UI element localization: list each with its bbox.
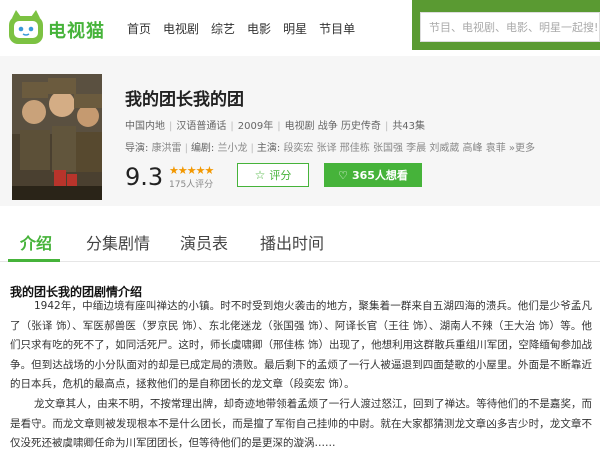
synopsis-paragraph: 龙文章其人，由来不明，不按常理出牌，却奇迹地带领着孟烦了一行人渡过怒江，回到了禅…	[10, 398, 592, 449]
poster-image	[12, 74, 102, 200]
rate-button-label: 评分	[269, 169, 292, 182]
want-to-watch-button[interactable]: ♡ 365人想看	[324, 163, 422, 187]
tab-intro[interactable]: 介绍	[20, 230, 52, 254]
genres[interactable]: 电视剧 战争 历史传奇	[285, 121, 381, 132]
director-label: 导演:	[125, 143, 149, 154]
tab-cast[interactable]: 演员表	[180, 230, 228, 254]
tab-episodes[interactable]: 分集剧情	[86, 230, 150, 254]
nav-home[interactable]: 首页	[127, 20, 151, 37]
nav-variety[interactable]: 综艺	[211, 20, 235, 37]
heart-icon: ♡	[338, 168, 348, 182]
search-input[interactable]	[421, 13, 599, 41]
want-to-watch-label: 365人想看	[351, 169, 408, 182]
detail-tabs: 介绍 分集剧情 演员表 播出时间	[0, 224, 600, 262]
show-credits: 导演: 康洪雷 | 编剧: 兰小龙 | 主演: 段奕宏 张译 邢佳栋 张国强 李晨 刘威…	[125, 143, 536, 154]
logo-text: 电视猫	[48, 21, 105, 42]
site-logo[interactable]: 电视猫	[6, 8, 106, 48]
search-bar	[412, 0, 600, 50]
nav-tv-series[interactable]: 电视剧	[163, 20, 199, 37]
active-tab-indicator	[8, 259, 60, 262]
region[interactable]: 中国内地	[125, 121, 165, 132]
score-value: 9.3	[125, 163, 164, 191]
year[interactable]: 2009年	[238, 121, 273, 132]
nav-movies[interactable]: 电影	[247, 20, 271, 37]
language[interactable]: 汉语普通话	[176, 121, 226, 132]
tab-air-time[interactable]: 播出时间	[260, 230, 324, 254]
site-header: 电视猫 首页 电视剧 综艺 电影 明星 节目单	[0, 0, 600, 56]
cast-label: 主演:	[256, 143, 281, 154]
star-rating: ★★★★★	[169, 164, 214, 177]
star-icons: ★★★★★	[169, 164, 214, 177]
tv-cat-logo-icon	[9, 10, 43, 44]
main-nav: 首页 电视剧 综艺 电影 明星 节目单	[127, 20, 367, 37]
show-poster[interactable]	[12, 74, 102, 200]
rate-button[interactable]: ☆ 评分	[237, 163, 309, 187]
cast-names[interactable]: 段奕宏 张译 邢佳栋 张国强 李晨 刘威葳 高峰 袁菲	[283, 143, 505, 154]
nav-schedule[interactable]: 节目单	[319, 20, 355, 37]
show-title: 我的团长我的团	[125, 90, 244, 110]
writer-label: 编剧:	[190, 143, 215, 154]
director-name[interactable]: 康洪雷	[152, 143, 182, 154]
more-cast-link[interactable]: »更多	[509, 143, 535, 154]
rating-count: 175人评分	[169, 180, 214, 190]
writer-name[interactable]: 兰小龙	[218, 143, 248, 154]
nav-stars[interactable]: 明星	[283, 20, 307, 37]
synopsis-paragraph: 1942年，中缅边境有座叫禅达的小镇。时不时受到炮火袭击的地方，聚集着一群来自五…	[10, 300, 592, 390]
episode-count: 共43集	[392, 121, 426, 132]
search-box	[420, 12, 600, 42]
show-meta: 中国内地 | 汉语普通话 | 2009年 | 电视剧 战争 历史传奇 | 共43集	[125, 121, 426, 132]
star-outline-icon: ☆	[254, 168, 266, 182]
